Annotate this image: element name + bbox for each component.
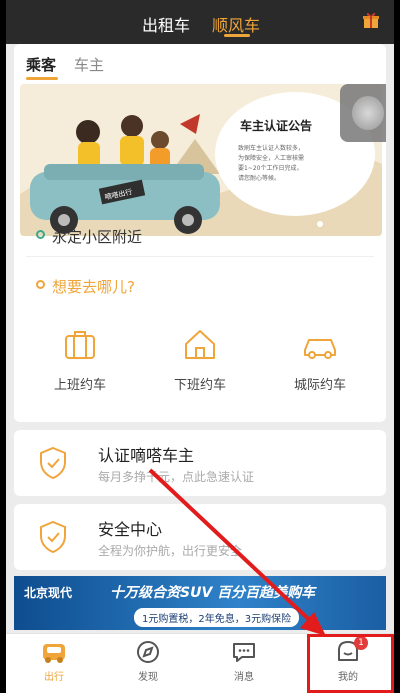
current-location-text: 永定小区附近: [52, 228, 143, 246]
nav-discover[interactable]: 发现: [118, 638, 178, 683]
top-bar: 出租车 顺风车: [6, 0, 394, 44]
service-commute-home[interactable]: 下班约车: [150, 324, 250, 393]
car-icon: [304, 339, 336, 359]
nav-trip[interactable]: 出行: [24, 638, 84, 683]
notice-body-line: 致刷车主认证人数较多，: [238, 144, 304, 152]
service-label: 上班约车: [53, 378, 106, 393]
destination-input[interactable]: 想要去哪儿?: [52, 278, 135, 296]
compass-icon: [137, 641, 159, 663]
tab-driver[interactable]: 车主: [74, 54, 104, 75]
house-icon: [185, 330, 215, 359]
current-location-row[interactable]: 永定小区附近: [36, 226, 142, 247]
safety-center-card[interactable]: 安全中心 全程为你护航，出行更安全: [14, 504, 386, 570]
service-intercity[interactable]: 城际约车: [270, 324, 370, 393]
banner-illustration: 车主认证公告 致刷车主认证人数较多， 为保障安全，人工审核需 要1~20个工作日…: [20, 84, 382, 236]
active-tab-indicator: [224, 34, 250, 37]
tab-carpool[interactable]: 顺风车: [212, 12, 260, 36]
tab-taxi[interactable]: 出租车: [142, 12, 190, 36]
nav-label: 出行: [44, 672, 64, 683]
service-label: 下班约车: [173, 378, 226, 393]
carpool-main-card: 乘客 车主 车主认证公告 致刷车主认证人数较多， 为保障安全，人工审核需 要1~…: [14, 44, 386, 422]
card-subtitle: 全程为你护航，出行更安全: [98, 544, 243, 558]
floating-assistant-bubble[interactable]: [340, 84, 386, 142]
ad-headline: 十万级合资SUV 百分百超美购车: [110, 585, 316, 601]
card-title: 认证嘀嗒车主: [98, 446, 195, 465]
subtab-indicator: [26, 77, 58, 80]
shield-check-icon: [40, 446, 66, 480]
briefcase-icon: [65, 331, 95, 359]
svg-text:为保障安全，人工审核需: 为保障安全，人工审核需: [238, 154, 304, 162]
nav-label: 消息: [234, 672, 254, 683]
ad-brand: 北京现代: [24, 586, 73, 600]
service-label: 城际约车: [293, 378, 346, 393]
svg-text:请您耐心等候。: 请您耐心等候。: [238, 174, 280, 182]
chat-icon: [233, 643, 255, 662]
divider: [26, 256, 374, 257]
car-icon: [43, 644, 65, 663]
origin-dot-icon: [36, 230, 45, 239]
notice-title: 车主认证公告: [240, 118, 312, 133]
ad-banner[interactable]: 北京现代 十万级合资SUV 百分百超美购车 1元购置税，2年免息，3元购保险: [14, 576, 386, 630]
gift-icon[interactable]: [362, 11, 380, 29]
shield-check-icon: [40, 520, 66, 554]
card-subtitle: 每月多挣千元，点此急速认证: [98, 470, 255, 484]
app-screen: 出租车 顺风车 乘客 车主 车主认证公告 致刷车主认证人数较多， 为保障安全，人…: [6, 0, 394, 693]
ad-offer: 1元购置税，2年免息，3元购保险: [134, 608, 300, 627]
nav-label: 发现: [138, 672, 158, 683]
svg-text:要1~20个工作日完成，: 要1~20个工作日完成，: [238, 164, 302, 172]
highlight-box: [307, 634, 394, 693]
tab-passenger[interactable]: 乘客: [26, 54, 56, 75]
card-title: 安全中心: [98, 520, 163, 539]
promo-banner[interactable]: 车主认证公告 致刷车主认证人数较多， 为保障安全，人工审核需 要1~20个工作日…: [20, 84, 382, 236]
driver-verify-card[interactable]: 认证嘀嗒车主 每月多挣千元，点此急速认证: [14, 430, 386, 496]
service-commute-work[interactable]: 上班约车: [30, 324, 130, 393]
destination-row[interactable]: 想要去哪儿?: [36, 276, 135, 297]
nav-messages[interactable]: 消息: [214, 638, 274, 683]
destination-dot-icon: [36, 280, 45, 289]
